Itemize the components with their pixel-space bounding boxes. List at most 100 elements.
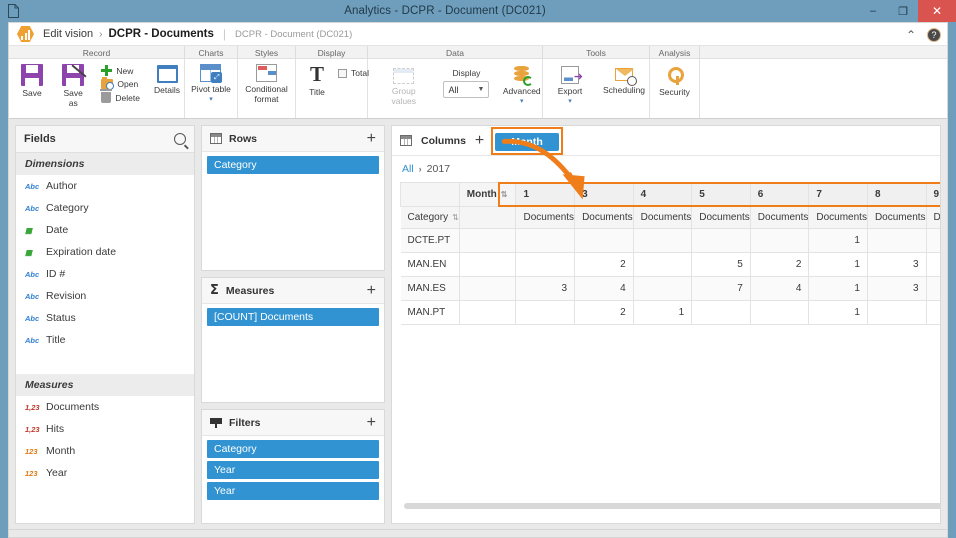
field-status[interactable]: Abc Status (16, 307, 194, 329)
pivot-col-header-9[interactable]: 9 (925, 182, 940, 207)
chevron-up-icon[interactable]: ⌃ (906, 29, 916, 41)
breadcrumb-all[interactable]: All (402, 163, 414, 175)
minimize-button[interactable]: – (858, 0, 888, 22)
field-title[interactable]: Abc Title (16, 329, 194, 351)
pivot-measure-header: Documents (749, 206, 810, 229)
field-author[interactable]: Abc Author (16, 175, 194, 197)
rows-chip-category[interactable]: Category (207, 156, 379, 174)
filters-chip-category[interactable]: Category (207, 440, 379, 458)
pivot-category-axis-label[interactable]: Category ⇅ (400, 206, 460, 229)
filters-shelf: Filters + Category Year Year (201, 409, 385, 524)
group-values-button: Group values (378, 62, 429, 106)
pivot-cell: 2 (574, 300, 634, 325)
chevron-down-icon[interactable]: ▾ (520, 97, 524, 105)
pivot-col-header-3[interactable]: 3 (574, 182, 634, 207)
fields-list: Dimensions Abc Author Abc Category ▦ Date ▦… (16, 153, 194, 523)
pivot-table-label: Pivot table (191, 84, 231, 94)
field-category[interactable]: Abc Category (16, 197, 194, 219)
field-label: Author (46, 180, 77, 192)
pivot-col-header-1[interactable]: 1 (515, 182, 576, 207)
field-label: Status (46, 312, 76, 324)
pivot-col-header-6[interactable]: 6 (749, 182, 810, 207)
pivot-cell (515, 300, 576, 325)
pivot-cell: 1 (808, 300, 868, 325)
details-label: Details (154, 85, 180, 95)
field-expiration-date[interactable]: ▦ Expiration date (16, 241, 194, 263)
add-column-button[interactable]: + (475, 132, 484, 148)
chevron-down-icon: ▼ (477, 86, 485, 93)
pivot-col-header-8[interactable]: 8 (866, 182, 927, 207)
new-label: New (116, 65, 134, 76)
pivot-row-spacer (458, 276, 516, 301)
measures-section-header: Measures (16, 374, 194, 396)
pivot-row-spacer (458, 228, 516, 253)
pivot-measure-header: Documents (574, 206, 634, 229)
pivot-col-header-5[interactable]: 5 (691, 182, 751, 207)
maximize-button[interactable]: ❐ (888, 0, 918, 22)
filters-chip-year-2[interactable]: Year (207, 482, 379, 500)
ribbon-caption-display: Display (296, 46, 368, 59)
field-hits[interactable]: 1,23 Hits (16, 418, 194, 440)
grid-icon (210, 133, 222, 144)
pivot-row-category: MAN.PT (400, 300, 460, 325)
filters-chip-year-1[interactable]: Year (207, 461, 379, 479)
help-icon[interactable]: ? (927, 27, 941, 42)
pivot-cell (749, 300, 810, 325)
close-button[interactable]: ✕ (918, 0, 956, 22)
security-button[interactable]: Security (655, 62, 694, 97)
save-button[interactable]: Save (15, 62, 49, 98)
window-status-strip (8, 530, 948, 538)
grid-icon (400, 135, 412, 146)
field-documents[interactable]: 1,23 Documents (16, 396, 194, 418)
pivot-cell: 1 (632, 300, 693, 325)
pivot-cell: 3 (515, 276, 576, 301)
open-button[interactable]: Open (101, 77, 140, 90)
decimal-number-icon: 1,23 (25, 424, 40, 434)
total-checkbox[interactable]: Total (338, 68, 369, 78)
details-button[interactable]: Details (150, 62, 184, 95)
title-button[interactable]: T Title (300, 62, 334, 98)
chevron-down-icon[interactable]: ▾ (209, 95, 213, 103)
pivot-corner-cell (400, 182, 460, 207)
field-label: Revision (46, 290, 87, 302)
add-filter-button[interactable]: + (367, 414, 376, 430)
display-dropdown[interactable]: All ▼ (443, 81, 490, 98)
ribbon-caption-empty (700, 46, 947, 59)
measures-shelf: Σ Measures + [COUNT] Documents (201, 277, 385, 403)
sort-icon[interactable]: ⇅ (452, 213, 459, 222)
scheduling-button[interactable]: Scheduling (599, 62, 649, 95)
pivot-col-header-7[interactable]: 7 (808, 182, 868, 207)
columns-chip-month[interactable]: Month (495, 132, 559, 151)
pivot-cell: 4 (749, 276, 810, 301)
save-icon (21, 64, 43, 87)
pivot-cell: 7 (691, 276, 751, 301)
field-year[interactable]: 123 Year (16, 462, 194, 484)
export-button[interactable]: ➜ Export ▾ (553, 62, 587, 105)
pivot-col-header-4[interactable]: 4 (632, 182, 693, 207)
pivot-table-button[interactable]: ⤢ Pivot table ▾ (187, 62, 235, 103)
sort-icon[interactable]: ⇅ (501, 190, 508, 199)
add-row-button[interactable]: + (367, 130, 376, 146)
add-measure-button[interactable]: + (367, 282, 376, 298)
advanced-button[interactable]: Advanced ▾ (501, 62, 542, 105)
save-as-button[interactable]: Save as (55, 62, 91, 108)
measures-chip-documents[interactable]: [COUNT] Documents (207, 308, 379, 326)
conditional-format-button[interactable]: Conditional format (238, 62, 295, 104)
breadcrumb-edit-vision[interactable]: Edit vision (43, 28, 93, 40)
field-month[interactable]: 123 Month (16, 440, 194, 462)
measures-shelf-header: Σ Measures + (202, 278, 384, 304)
pivot-month-axis-label[interactable]: Month ⇅ (458, 182, 516, 207)
delete-button[interactable]: Delete (100, 89, 140, 103)
field-date[interactable]: ▦ Date (16, 219, 194, 241)
chevron-down-icon[interactable]: ▾ (568, 97, 572, 105)
new-button[interactable]: New (101, 65, 140, 76)
window-body: Edit vision › DCPR - Documents | DCPR - … (8, 22, 948, 530)
pivot-measure-header: Documents (515, 206, 576, 229)
horizontal-scrollbar[interactable] (404, 503, 940, 509)
ribbon-caption-data: Data (368, 46, 543, 59)
field-id[interactable]: Abc ID # (16, 263, 194, 285)
delete-label: Delete (115, 92, 140, 103)
field-revision[interactable]: Abc Revision (16, 285, 194, 307)
search-icon[interactable] (174, 133, 186, 145)
field-label: ID # (46, 268, 66, 280)
